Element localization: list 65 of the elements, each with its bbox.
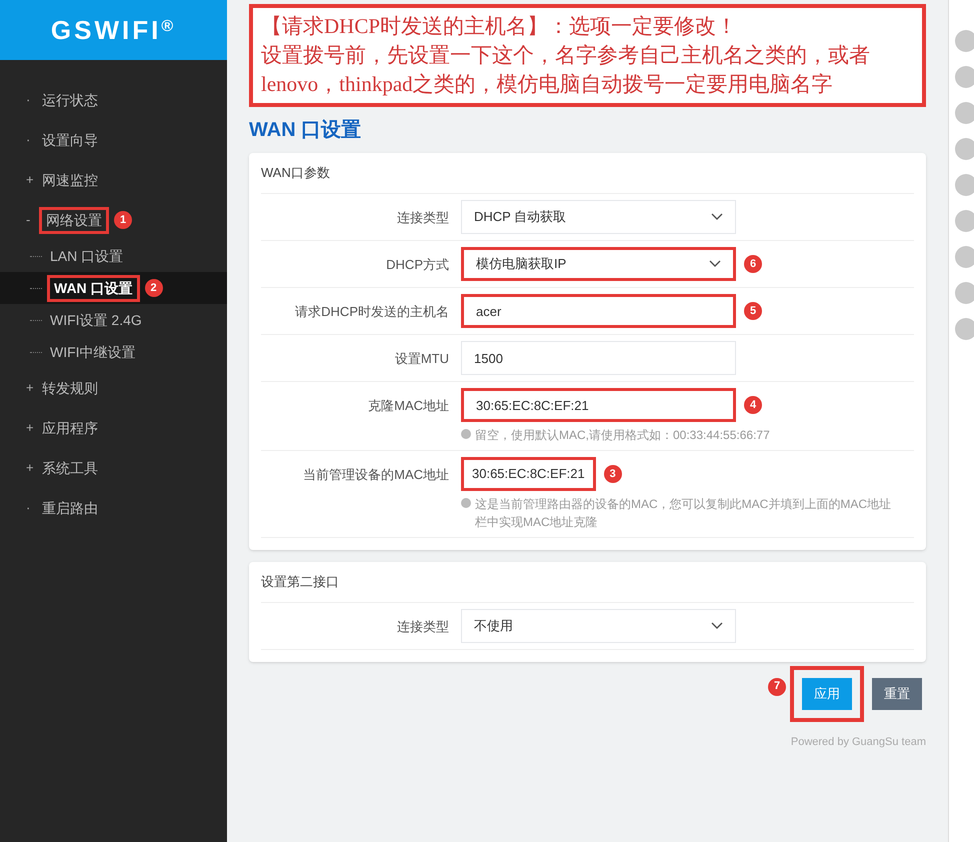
chevron-down-icon <box>711 213 723 221</box>
nav-prefix: + <box>26 379 34 398</box>
nav-prefix: - <box>26 211 32 230</box>
avatar-placeholder <box>954 318 974 340</box>
action-button[interactable]: 重置 <box>872 678 922 710</box>
sidebar-item[interactable]: 系统工具 <box>42 458 98 478</box>
sidebar-item[interactable]: LAN 口设置 <box>50 246 124 266</box>
field-hint: 这是当前管理路由器的设备的MAC，您可以复制此MAC并填到上面的MAC地址栏中实现MAC地址克隆 <box>475 496 892 530</box>
step-number-badge: 4 <box>744 396 762 414</box>
input-field[interactable]: 30:65:EC:8C:EF:21 <box>461 388 736 422</box>
sidebar-item[interactable]: 转发规则 <box>42 378 98 398</box>
sidebar-item[interactable]: WIFI中继设置 <box>50 342 136 362</box>
help-icon <box>461 429 471 439</box>
step-number-badge: 5 <box>744 302 762 320</box>
nav-prefix: · <box>26 499 32 518</box>
chevron-down-icon <box>711 622 723 630</box>
field-label: 连接类型 <box>396 209 450 227</box>
step-number-badge: 7 <box>768 678 786 696</box>
sidebar-item[interactable]: 运行状态 <box>42 90 98 110</box>
avatar-placeholder <box>954 246 974 268</box>
avatar-placeholder <box>954 66 974 88</box>
input-field[interactable]: 1500 <box>461 341 736 375</box>
dropdown-select[interactable]: DHCP 自动获取 <box>461 200 736 234</box>
avatar-placeholder <box>954 30 974 52</box>
avatar-placeholder <box>954 138 974 160</box>
avatar-placeholder <box>954 282 974 304</box>
annotation-heading: 【请求DHCP时发送的主机名】：选项一定要修改！ <box>261 13 738 40</box>
avatar-placeholder <box>954 102 974 124</box>
step-number-badge: 3 <box>604 464 622 483</box>
mac-address-value: 30:65:EC:8C:EF:21 <box>461 457 596 490</box>
sidebar-item[interactable]: 设置向导 <box>42 130 98 150</box>
field-label: 请求DHCP时发送的主机名 <box>294 303 450 321</box>
dropdown-select[interactable]: 模仿电脑获取IP <box>461 247 736 281</box>
field-hint: 留空，使用默认MAC,请使用格式如：00:33:44:55:66:77 <box>475 427 770 444</box>
step-number-badge: 2 <box>144 279 163 297</box>
sidebar-item[interactable]: 应用程序 <box>42 418 98 438</box>
avatar-placeholder <box>954 174 974 196</box>
page-title: WAN 口设置 <box>249 118 362 143</box>
help-icon <box>461 498 471 508</box>
step-number-badge: 1 <box>114 211 132 229</box>
footer-text: Powered by GuangSu team <box>790 734 926 750</box>
chevron-down-icon <box>709 260 721 268</box>
card-title: 设置第二接口 <box>261 574 339 588</box>
nav-prefix: · <box>26 131 32 150</box>
nav-prefix: + <box>26 459 34 478</box>
nav-prefix: + <box>26 419 34 438</box>
sidebar-item[interactable]: 重启路由 <box>42 498 98 518</box>
dropdown-select[interactable]: 不使用 <box>461 608 736 642</box>
input-field[interactable]: acer <box>461 294 736 328</box>
field-label: 克隆MAC地址 <box>367 397 450 415</box>
field-label: 当前管理设备的MAC地址 <box>302 466 450 484</box>
sidebar-item[interactable]: 网络设置 <box>42 210 106 230</box>
card-title: WAN口参数 <box>261 165 330 180</box>
brand-logo-text: GSWIFI$^{®}$ <box>50 14 176 46</box>
nav-prefix: + <box>26 171 34 190</box>
field-label: DHCP方式 <box>385 256 450 274</box>
sidebar-item[interactable]: WIFI设置 2.4G <box>50 310 142 330</box>
nav-prefix: · <box>26 91 32 110</box>
field-label: 设置MTU <box>394 350 450 368</box>
avatar-placeholder <box>954 210 974 232</box>
sidebar-item[interactable]: 网速监控 <box>42 170 98 190</box>
step-number-badge: 6 <box>744 255 762 273</box>
annotation-text: 设置拨号前，先设置一下这个，名字参考自己主机名之类的，或者lenovo，thinkpad之类的，模仿电脑自动拨号一定要用电脑名字 <box>261 42 871 98</box>
field-label: 连接类型 <box>396 618 450 636</box>
sidebar-item[interactable]: WAN 口设置 <box>50 278 137 298</box>
